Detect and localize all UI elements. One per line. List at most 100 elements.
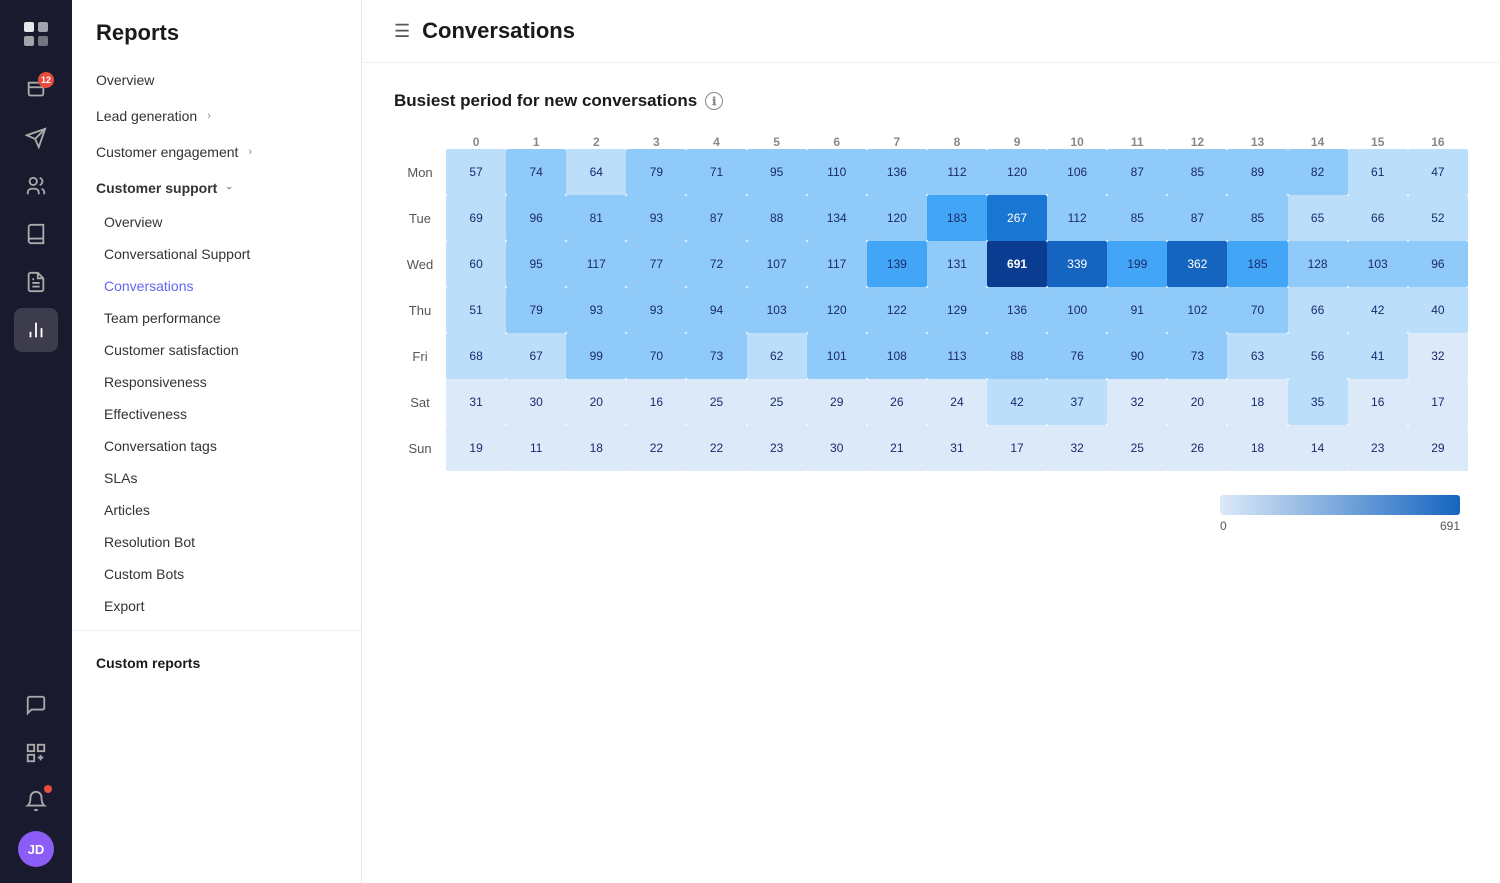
apps-icon[interactable] — [14, 731, 58, 775]
heat-cell-wed-8: 131 — [927, 241, 987, 287]
heat-cell-mon-11: 87 — [1107, 149, 1167, 195]
main-body: Busiest period for new conversations ℹ 0… — [362, 63, 1500, 561]
heat-cell-wed-9: 691 — [987, 241, 1047, 287]
heat-cell-sun-3: 22 — [626, 425, 686, 471]
heat-cell-fri-2: 99 — [566, 333, 626, 379]
heat-cell-thu-3: 93 — [626, 287, 686, 333]
hour-label-10: 10 — [1047, 135, 1107, 149]
heat-cell-sat-1: 30 — [506, 379, 566, 425]
heat-cell-fri-10: 76 — [1047, 333, 1107, 379]
heat-cell-thu-0: 51 — [446, 287, 506, 333]
legend-min: 0 — [1220, 519, 1227, 533]
hour-label-0: 0 — [446, 135, 506, 149]
sidebar-divider — [72, 630, 361, 631]
heat-cell-mon-9: 120 — [987, 149, 1047, 195]
inbox-icon[interactable]: 12 — [14, 68, 58, 112]
heat-cell-wed-11: 199 — [1107, 241, 1167, 287]
day-label-tue: Tue — [394, 195, 446, 241]
chat-icon[interactable] — [14, 683, 58, 727]
sidebar-subitem-9[interactable]: Articles — [72, 494, 361, 526]
team-icon[interactable] — [14, 164, 58, 208]
hour-label-6: 6 — [807, 135, 867, 149]
heat-cell-wed-12: 362 — [1167, 241, 1227, 287]
heat-cell-thu-13: 70 — [1227, 287, 1287, 333]
heat-cell-thu-14: 66 — [1288, 287, 1348, 333]
sidebar-subitem-2[interactable]: Conversations — [72, 270, 361, 302]
heat-cell-sat-14: 35 — [1288, 379, 1348, 425]
heat-cell-sat-3: 16 — [626, 379, 686, 425]
book-icon[interactable] — [14, 212, 58, 256]
subitems-container: OverviewConversational SupportConversati… — [72, 206, 361, 622]
hour-label-16: 16 — [1408, 135, 1468, 149]
avatar[interactable]: JD — [14, 827, 58, 871]
sidebar-item-customer-support[interactable]: Customer support › — [72, 170, 361, 206]
sidebar-subitem-7[interactable]: Conversation tags — [72, 430, 361, 462]
heat-cell-tue-9: 267 — [987, 195, 1047, 241]
sidebar-subitem-10[interactable]: Resolution Bot — [72, 526, 361, 558]
icon-bar: 12 JD — [0, 0, 72, 883]
heat-cell-sun-2: 18 — [566, 425, 626, 471]
info-icon[interactable]: ℹ — [705, 92, 723, 110]
sidebar-item-customer-engagement[interactable]: Customer engagement › — [72, 134, 361, 170]
day-label-thu: Thu — [394, 287, 446, 333]
customer-support-chevron: › — [223, 186, 235, 190]
sidebar-subitem-8[interactable]: SLAs — [72, 462, 361, 494]
sidebar-item-lead-generation[interactable]: Lead generation › — [72, 98, 361, 134]
sidebar-subitem-5[interactable]: Responsiveness — [72, 366, 361, 398]
sidebar-subitem-12[interactable]: Export — [72, 590, 361, 622]
overview-label: Overview — [96, 72, 154, 88]
sidebar-subitem-11[interactable]: Custom Bots — [72, 558, 361, 590]
heat-cell-tue-13: 85 — [1227, 195, 1287, 241]
heat-cell-sat-0: 31 — [446, 379, 506, 425]
sidebar-subitem-4[interactable]: Customer satisfaction — [72, 334, 361, 366]
day-label-sun: Sun — [394, 425, 446, 471]
hour-label-11: 11 — [1107, 135, 1167, 149]
heat-cell-tue-2: 81 — [566, 195, 626, 241]
heatmap-row-wed: Wed6095117777210711713913169133919936218… — [394, 241, 1468, 287]
logo-icon[interactable] — [14, 12, 58, 56]
heat-cell-sat-10: 37 — [1047, 379, 1107, 425]
sidebar-subitem-6[interactable]: Effectiveness — [72, 398, 361, 430]
heat-cell-thu-15: 42 — [1348, 287, 1408, 333]
hour-label-9: 9 — [987, 135, 1047, 149]
heat-cell-sat-5: 25 — [747, 379, 807, 425]
hour-label-7: 7 — [867, 135, 927, 149]
sidebar-subitem-1[interactable]: Conversational Support — [72, 238, 361, 270]
heat-cell-sat-7: 26 — [867, 379, 927, 425]
heat-cell-fri-3: 70 — [626, 333, 686, 379]
heat-cell-mon-15: 61 — [1348, 149, 1408, 195]
send-icon[interactable] — [14, 116, 58, 160]
hour-label-5: 5 — [747, 135, 807, 149]
heat-cell-sun-8: 31 — [927, 425, 987, 471]
heat-cell-wed-2: 117 — [566, 241, 626, 287]
heat-cell-wed-14: 128 — [1288, 241, 1348, 287]
heat-cell-sat-2: 20 — [566, 379, 626, 425]
sidebar-subitem-3[interactable]: Team performance — [72, 302, 361, 334]
heat-cell-mon-14: 82 — [1288, 149, 1348, 195]
compose-icon[interactable] — [14, 260, 58, 304]
notification-dot — [44, 785, 52, 793]
heat-cell-fri-7: 108 — [867, 333, 927, 379]
heat-cell-sat-8: 24 — [927, 379, 987, 425]
legend-labels: 0 691 — [1220, 519, 1460, 533]
heat-cell-mon-5: 95 — [747, 149, 807, 195]
heat-cell-fri-9: 88 — [987, 333, 1047, 379]
legend-bar — [1220, 495, 1460, 515]
heatmap-row-sun: Sun1911182222233021311732252618142329 — [394, 425, 1468, 471]
hour-label-13: 13 — [1227, 135, 1287, 149]
notification-icon[interactable] — [14, 779, 58, 823]
heat-cell-thu-5: 103 — [747, 287, 807, 333]
hamburger-icon[interactable]: ☰ — [394, 21, 410, 42]
heat-cell-tue-11: 85 — [1107, 195, 1167, 241]
hour-label-8: 8 — [927, 135, 987, 149]
legend-container: 0 691 — [394, 495, 1468, 533]
heat-cell-fri-0: 68 — [446, 333, 506, 379]
heat-cell-mon-16: 47 — [1408, 149, 1468, 195]
heat-cell-mon-0: 57 — [446, 149, 506, 195]
reports-icon[interactable] — [14, 308, 58, 352]
sidebar-item-overview[interactable]: Overview — [72, 62, 361, 98]
heat-cell-sun-6: 30 — [807, 425, 867, 471]
sidebar-subitem-0[interactable]: Overview — [72, 206, 361, 238]
heat-cell-fri-12: 73 — [1167, 333, 1227, 379]
heat-cell-sun-13: 18 — [1227, 425, 1287, 471]
